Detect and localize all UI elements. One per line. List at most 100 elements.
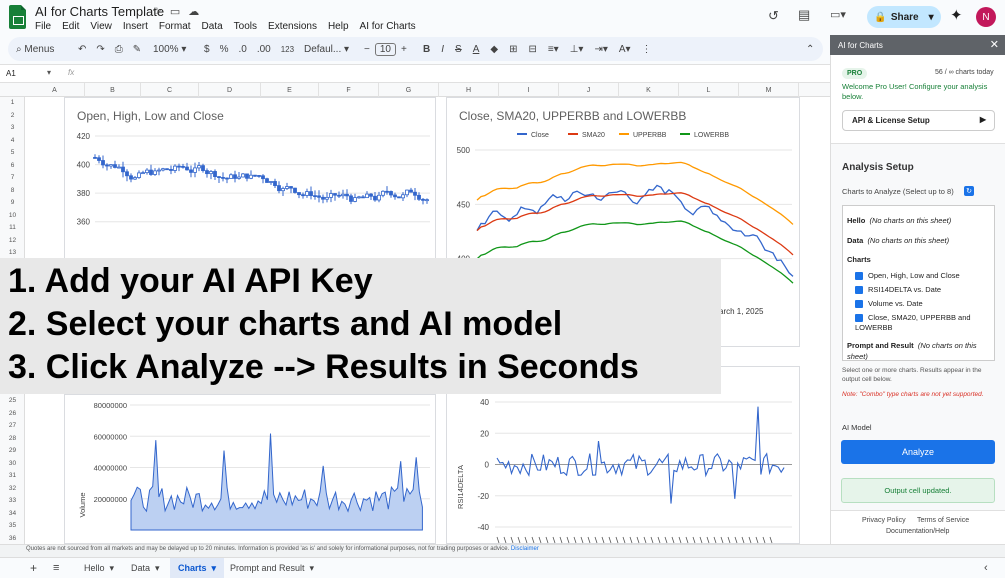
close-icon[interactable]: ✕	[990, 38, 999, 51]
add-sheet-icon[interactable]: +	[30, 558, 37, 578]
row-header[interactable]: 10	[0, 212, 25, 219]
menu-item[interactable]: Help	[328, 21, 349, 32]
search-menus[interactable]: ⌕ Menus	[16, 37, 54, 61]
menu-item[interactable]: Data	[202, 21, 223, 32]
row-header[interactable]: 35	[0, 522, 25, 529]
cloud-icon[interactable]: ☁	[188, 5, 199, 18]
collapse-sidebar-icon[interactable]: ‹	[984, 558, 988, 578]
column-header[interactable]: E	[261, 83, 319, 97]
row-header[interactable]: 7	[0, 174, 25, 181]
column-header[interactable]: H	[439, 83, 499, 97]
collapse-icon[interactable]: ⌃	[806, 37, 814, 61]
column-header[interactable]: D	[199, 83, 261, 97]
menu-item[interactable]: Edit	[62, 21, 79, 32]
fill-color-icon[interactable]: ◆	[490, 44, 498, 55]
folder-icon[interactable]: ▭	[170, 5, 180, 18]
row-header[interactable]: 28	[0, 435, 25, 442]
row-header[interactable]: 12	[0, 237, 25, 244]
increase-decimal-button[interactable]: .00	[257, 44, 271, 55]
menu-item[interactable]: Insert	[123, 21, 148, 32]
currency-button[interactable]: $	[204, 44, 210, 55]
row-header[interactable]: 25	[0, 397, 25, 404]
tab-charts[interactable]: Charts ▾	[170, 558, 225, 578]
avatar[interactable]: N	[976, 7, 996, 27]
terms-link[interactable]: Terms of Service	[917, 517, 969, 524]
rotate-icon[interactable]: A▾	[619, 44, 631, 55]
disclaimer-link[interactable]: Disclaimer	[511, 546, 539, 552]
text-color-icon[interactable]: A	[473, 44, 480, 55]
column-header[interactable]: A	[25, 83, 85, 97]
menu-item[interactable]: Format	[159, 21, 191, 32]
undo-icon[interactable]: ↶	[78, 44, 86, 55]
chart-volume[interactable]: 80000000 60000000 40000000 20000000 Volume	[64, 394, 436, 544]
row-header[interactable]: 5	[0, 149, 25, 156]
chart-checkbox-4[interactable]: Close, SMA20, UPPERBB and LOWERBB	[855, 313, 993, 333]
font-size-input[interactable]: 10	[374, 42, 396, 56]
chart-checkbox-2[interactable]: RSI14DELTA vs. Date	[855, 285, 941, 295]
row-header[interactable]: 11	[0, 224, 25, 231]
column-header[interactable]: J	[559, 83, 619, 97]
number-format-button[interactable]: 123	[281, 45, 294, 54]
column-header[interactable]: C	[141, 83, 199, 97]
column-header[interactable]: K	[619, 83, 679, 97]
more-icon[interactable]: ⋮	[642, 44, 652, 55]
menu-item[interactable]: AI for Charts	[360, 21, 416, 32]
font-select[interactable]: Defaul... ▾	[304, 37, 349, 61]
row-header[interactable]: 4	[0, 137, 25, 144]
print-icon[interactable]: ⎙	[115, 44, 123, 55]
row-header[interactable]: 9	[0, 199, 25, 206]
column-header[interactable]: M	[739, 83, 799, 97]
font-size-increase[interactable]: +	[401, 44, 407, 55]
row-header[interactable]: 33	[0, 497, 25, 504]
name-box[interactable]: A1	[6, 69, 16, 78]
menu-item[interactable]: File	[35, 21, 51, 32]
tab-prompt-result[interactable]: Prompt and Result ▾	[230, 558, 314, 578]
chart-ohlc[interactable]: Open, High, Low and Close 420 400 380 360	[64, 97, 436, 262]
menu-item[interactable]: Extensions	[268, 21, 317, 32]
analyze-button[interactable]: Analyze	[841, 440, 995, 464]
align-icon[interactable]: ≡▾	[548, 44, 559, 55]
valign-icon[interactable]: ⊥▾	[570, 44, 584, 55]
document-title[interactable]: AI for Charts Template	[35, 4, 164, 19]
column-header[interactable]: G	[379, 83, 439, 97]
italic-button[interactable]: I	[441, 44, 444, 55]
tab-hello[interactable]: Hello ▾	[84, 558, 114, 578]
row-header[interactable]: 26	[0, 410, 25, 417]
chart-checkbox-1[interactable]: Open, High, Low and Close	[855, 271, 960, 281]
row-header[interactable]: 6	[0, 162, 25, 169]
font-size-decrease[interactable]: −	[364, 44, 370, 55]
row-header[interactable]: 27	[0, 422, 25, 429]
borders-icon[interactable]: ⊞	[509, 44, 517, 55]
chart-checkbox-3[interactable]: Volume vs. Date	[855, 299, 923, 309]
sheets-logo-icon[interactable]	[9, 5, 26, 29]
row-header[interactable]: 29	[0, 447, 25, 454]
merge-icon[interactable]: ⊟	[528, 44, 536, 55]
chart-selection-list[interactable]: Hello (No charts on this sheet) Data (No…	[842, 205, 995, 361]
row-header[interactable]: 2	[0, 112, 25, 119]
percent-button[interactable]: %	[220, 44, 229, 55]
all-sheets-icon[interactable]: ≡	[53, 558, 59, 578]
redo-icon[interactable]: ↷	[96, 44, 104, 55]
column-header[interactable]: L	[679, 83, 739, 97]
menu-item[interactable]: View	[90, 21, 112, 32]
row-header[interactable]: 30	[0, 460, 25, 467]
row-header[interactable]: 8	[0, 187, 25, 194]
meet-icon[interactable]: ▭▾	[830, 8, 846, 21]
row-header[interactable]: 34	[0, 510, 25, 517]
tab-data[interactable]: Data ▾	[131, 558, 160, 578]
paint-format-icon[interactable]: ✎	[133, 44, 141, 55]
share-button[interactable]: 🔒 Share ▾	[867, 6, 941, 28]
row-header[interactable]: 36	[0, 535, 25, 542]
row-header[interactable]: 13	[0, 249, 25, 256]
zoom-select[interactable]: 100% ▾	[153, 37, 186, 61]
row-header[interactable]: 3	[0, 124, 25, 131]
wrap-icon[interactable]: ⇥▾	[594, 44, 607, 55]
row-header[interactable]: 32	[0, 485, 25, 492]
row-header[interactable]: 1	[0, 99, 25, 106]
name-box-dropdown-icon[interactable]: ▾	[47, 68, 51, 77]
history-icon[interactable]: ↺	[768, 8, 779, 24]
gemini-icon[interactable]: ✦	[950, 6, 963, 24]
column-header[interactable]: F	[319, 83, 379, 97]
refresh-icon[interactable]: ↻	[964, 186, 974, 196]
comment-icon[interactable]: ▤	[798, 7, 810, 23]
